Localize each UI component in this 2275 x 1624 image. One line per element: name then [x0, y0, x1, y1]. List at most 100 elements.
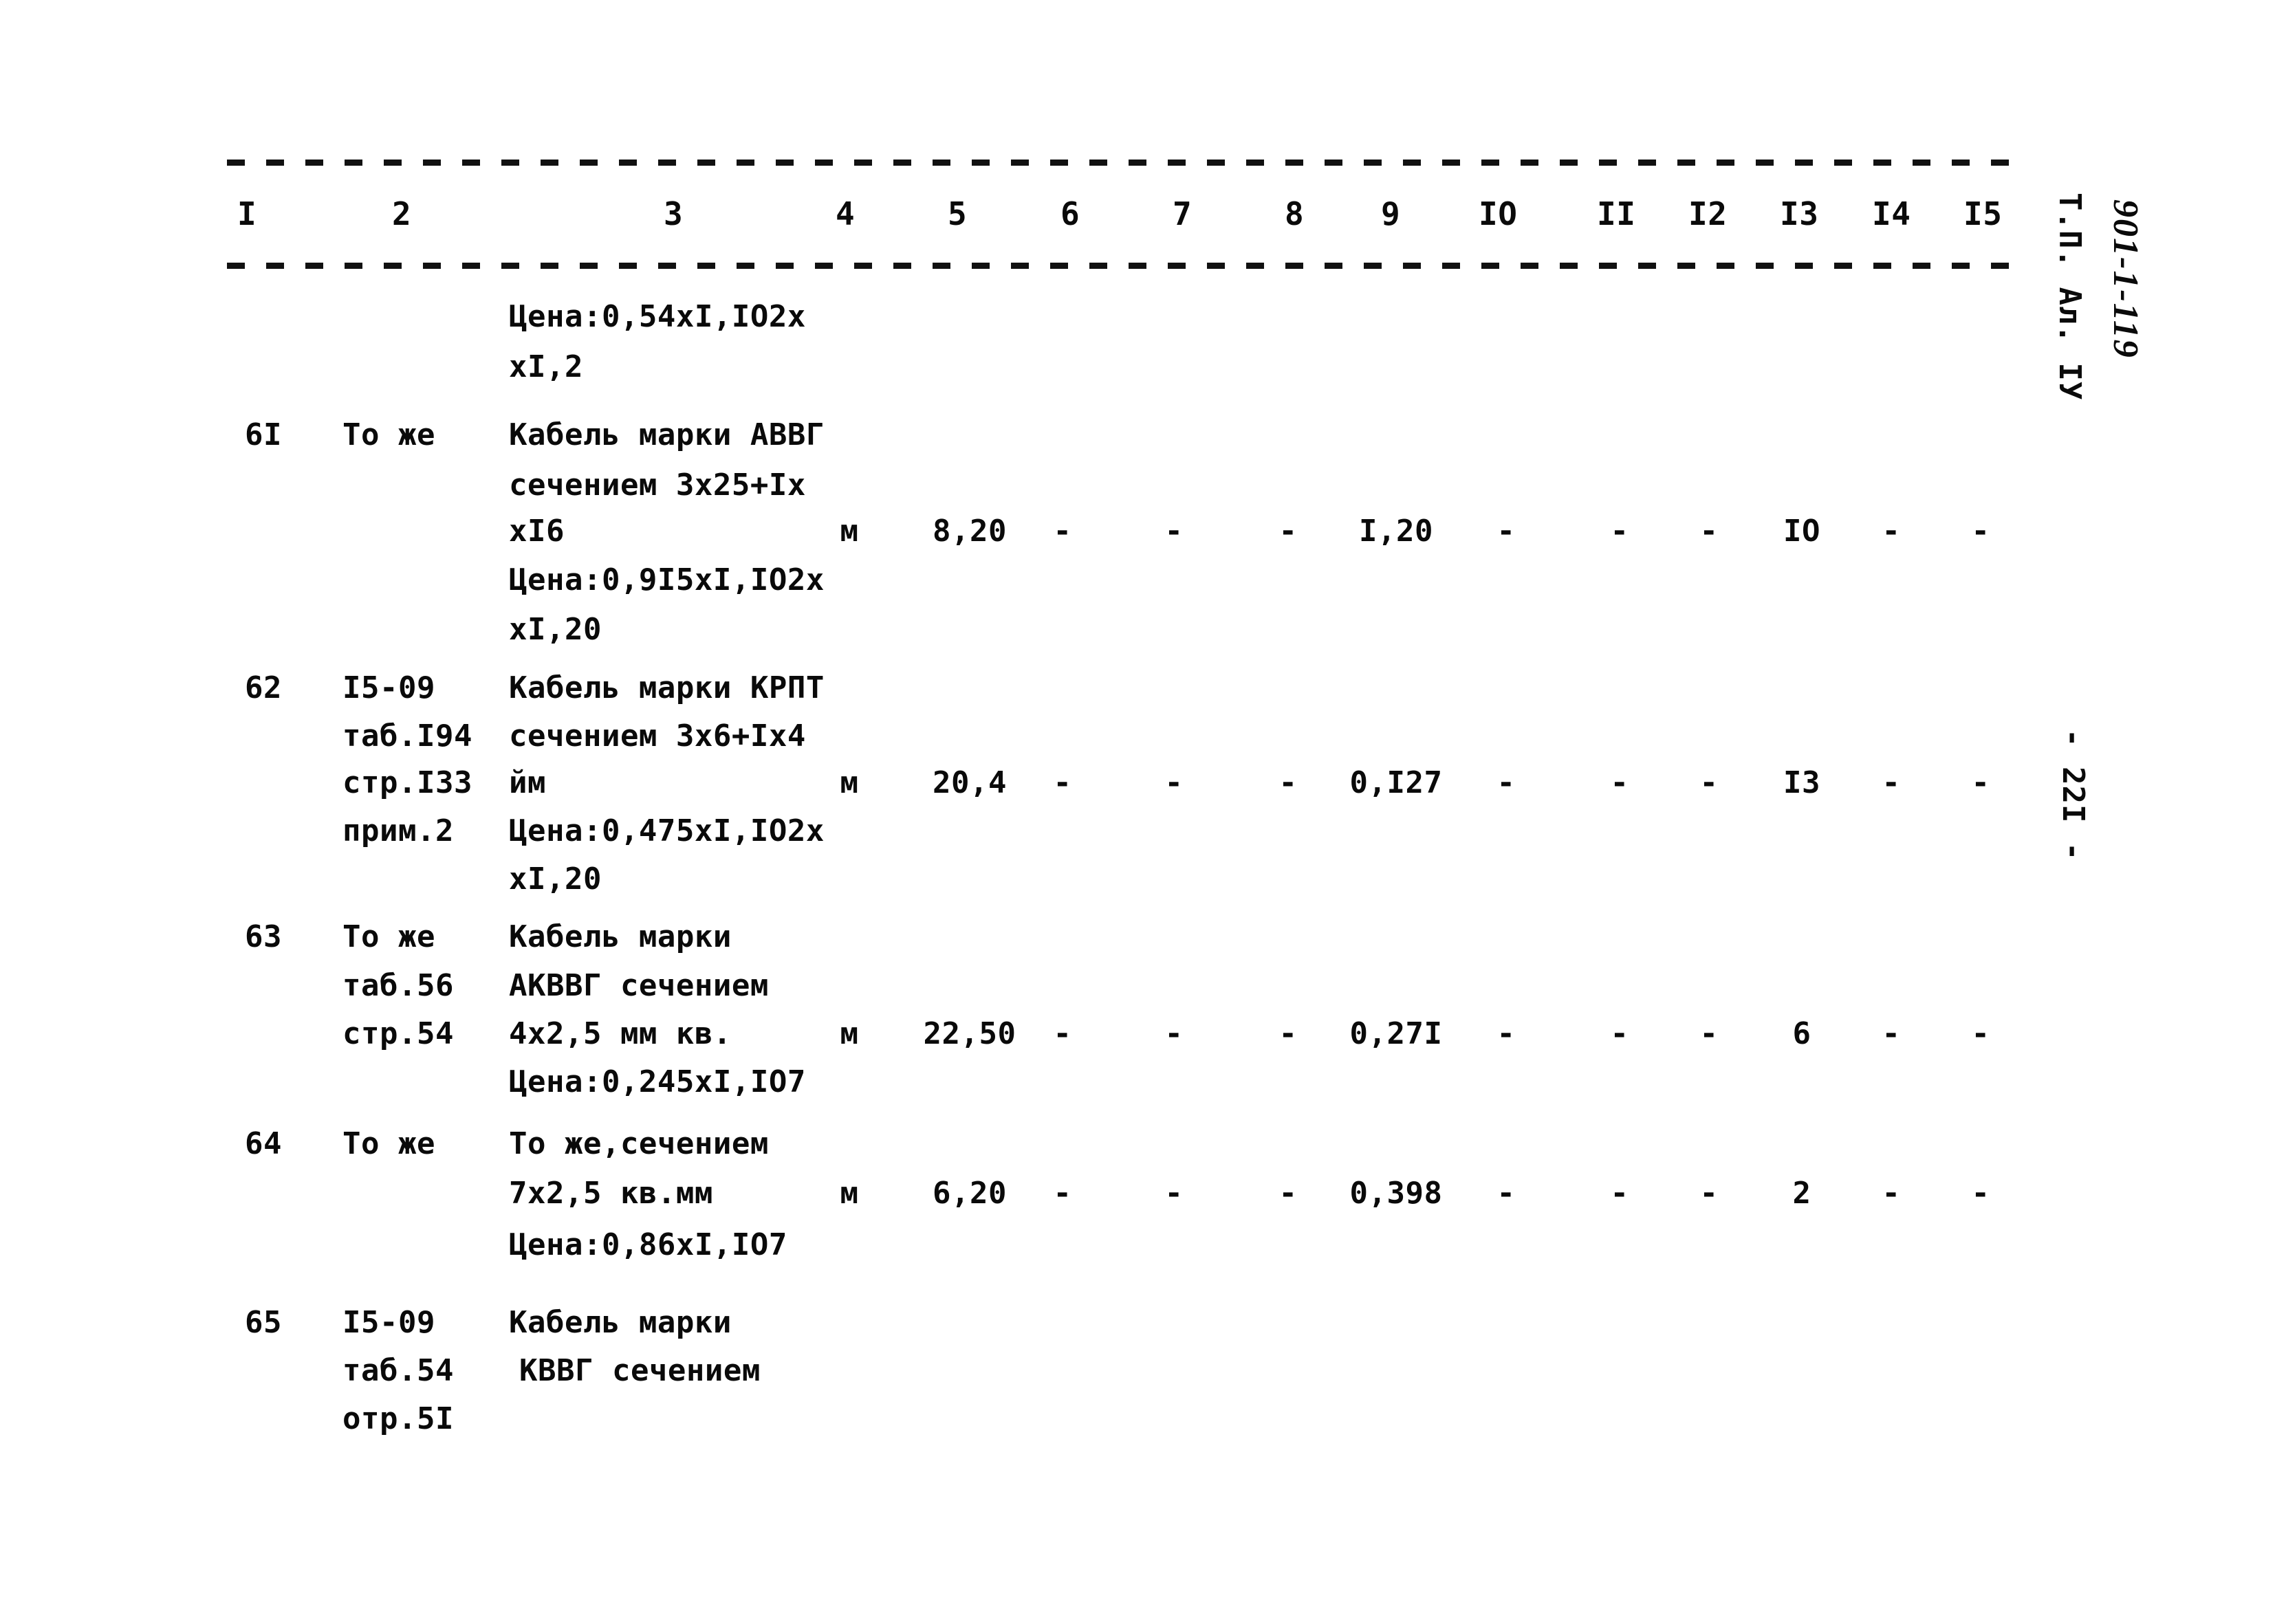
row-61-unit: м [840, 514, 859, 549]
row-62-col15: - [1971, 765, 1990, 800]
column-header-11: II [1597, 195, 1636, 232]
column-header-6: 6 [1060, 195, 1080, 232]
row-64-col7: - [1164, 1176, 1184, 1211]
column-header-13: I3 [1780, 195, 1819, 232]
row-65-col3-line-2: КВВГ сечением [519, 1353, 761, 1388]
row-63-col8: - [1278, 1016, 1298, 1051]
row-63-col10: - [1496, 1016, 1516, 1051]
table-row: 64 [245, 1126, 282, 1161]
row-62-unit: м [840, 765, 859, 800]
row-65-col2-line-3: отр.5I [342, 1401, 454, 1436]
continuation-col3-line-2: хI,2 [509, 349, 583, 384]
row-61-col3-line-4: Цена:0,9I5хI,IO2х [509, 562, 825, 597]
row-63-col9: 0,27I [1349, 1016, 1443, 1051]
row-64-col11: - [1610, 1176, 1629, 1211]
column-header-7: 7 [1173, 195, 1193, 232]
row-63-col11: - [1610, 1016, 1629, 1051]
row-61-col3-line-3: хI6 [509, 514, 565, 549]
row-62-col2-line-1: I5-09 [342, 670, 435, 705]
column-header-12: I2 [1688, 195, 1728, 232]
row-64-col8: - [1278, 1176, 1298, 1211]
table-top-rule [227, 160, 2029, 166]
row-64-col3-line-2: 7х2,5 кв.мм [509, 1176, 713, 1211]
column-header-8: 8 [1285, 195, 1305, 232]
row-61-col3-line-5: хI,20 [509, 612, 602, 647]
row-62-col13: I3 [1783, 765, 1820, 800]
row-62-col11: - [1610, 765, 1629, 800]
row-63-col12: - [1699, 1016, 1719, 1051]
row-62-col3-line-1: Кабель марки КРПТ [509, 670, 825, 705]
row-61-col6: - [1053, 514, 1072, 549]
row-62-col7: - [1164, 765, 1184, 800]
column-header-4: 4 [836, 195, 856, 232]
row-64-col5: 6,20 [933, 1176, 1007, 1211]
row-61-col11: - [1610, 514, 1629, 549]
row-64-col6: - [1053, 1176, 1072, 1211]
column-header-15: I5 [1963, 195, 2003, 232]
row-63-col5: 22,50 [923, 1016, 1016, 1051]
column-header-3: 3 [664, 195, 684, 232]
row-62-col6: - [1053, 765, 1072, 800]
row-64-col3-line-1: То же,сечением [509, 1126, 769, 1161]
margin-handwritten-code: 901-1-119 [2106, 199, 2145, 359]
row-64-unit: м [840, 1176, 859, 1211]
table-row: 63 [245, 919, 282, 954]
row-62-col2-line-4: прим.2 [342, 813, 454, 848]
row-62-col8: - [1278, 765, 1298, 800]
continuation-col3-line-1: Цена:0,54хI,IO2х [509, 299, 806, 334]
row-64-col3-line-3: Цена:0,86хI,IO7 [509, 1227, 787, 1262]
row-62-col12: - [1699, 765, 1719, 800]
row-63-col2-line-2: таб.56 [342, 968, 454, 1003]
row-62-col9: 0,I27 [1349, 765, 1443, 800]
row-63-col3-line-4: Цена:0,245хI,IO7 [509, 1064, 806, 1099]
table-row: 65 [245, 1305, 282, 1340]
column-header-1: I [237, 195, 257, 232]
row-64-col9: 0,398 [1349, 1176, 1443, 1211]
document-page: I 2 3 4 5 6 7 8 9 IO II I2 I3 I4 I5 Цена… [0, 0, 2275, 1624]
row-64-col12: - [1699, 1176, 1719, 1211]
column-header-14: I4 [1872, 195, 1911, 232]
row-63-col6: - [1053, 1016, 1072, 1051]
row-62-col3-line-3: йм [509, 765, 546, 800]
row-64-col14: - [1882, 1176, 1901, 1211]
row-61-col5: 8,20 [933, 514, 1007, 549]
table-header-rule [227, 263, 2029, 269]
row-61-col2-line-1: То же [342, 417, 435, 452]
row-61-col9: I,20 [1359, 514, 1433, 549]
margin-stamp: Т.П. Ал. IУ [2052, 193, 2087, 401]
column-header-10: IO [1479, 195, 1518, 232]
row-63-col3-line-3: 4х2,5 мм кв. [509, 1016, 732, 1051]
row-61-col15: - [1971, 514, 1990, 549]
column-header-5: 5 [948, 195, 968, 232]
row-62-col14: - [1882, 765, 1901, 800]
row-62-col2-line-2: таб.I94 [342, 718, 472, 754]
row-62-col3-line-4: Цена:0,475хI,IO2х [509, 813, 825, 848]
row-64-col13: 2 [1792, 1176, 1811, 1211]
row-63-col2-line-3: стр.54 [342, 1016, 454, 1051]
row-61-col12: - [1699, 514, 1719, 549]
row-61-col7: - [1164, 514, 1184, 549]
row-61-col3-line-1: Кабель марки АВВГ [509, 417, 825, 452]
row-61-col14: - [1882, 514, 1901, 549]
row-63-col3-line-2: АКВВГ сечением [509, 968, 769, 1003]
row-63-col2-line-1: То же [342, 919, 435, 954]
row-64-col10: - [1496, 1176, 1516, 1211]
row-61-col3-line-2: сечением 3х25+Iх [509, 468, 806, 503]
row-65-col2-line-1: I5-09 [342, 1305, 435, 1340]
row-63-col14: - [1882, 1016, 1901, 1051]
row-63-col15: - [1971, 1016, 1990, 1051]
row-62-col3-line-2: сечением 3х6+Iх4 [509, 718, 806, 754]
table-row: 62 [245, 670, 282, 705]
row-61-col13: IO [1783, 514, 1820, 549]
row-65-col2-line-2: таб.54 [342, 1353, 454, 1388]
table-row: 6I [245, 417, 282, 452]
row-65-col3-line-1: Кабель марки [509, 1305, 732, 1340]
row-63-col3-line-1: Кабель марки [509, 919, 732, 954]
row-63-unit: м [840, 1016, 859, 1051]
row-63-col7: - [1164, 1016, 1184, 1051]
column-header-2: 2 [392, 195, 412, 232]
row-61-col8: - [1278, 514, 1298, 549]
row-64-col15: - [1971, 1176, 1990, 1211]
row-63-col13: 6 [1792, 1016, 1811, 1051]
row-62-col3-line-5: хI,20 [509, 862, 602, 897]
